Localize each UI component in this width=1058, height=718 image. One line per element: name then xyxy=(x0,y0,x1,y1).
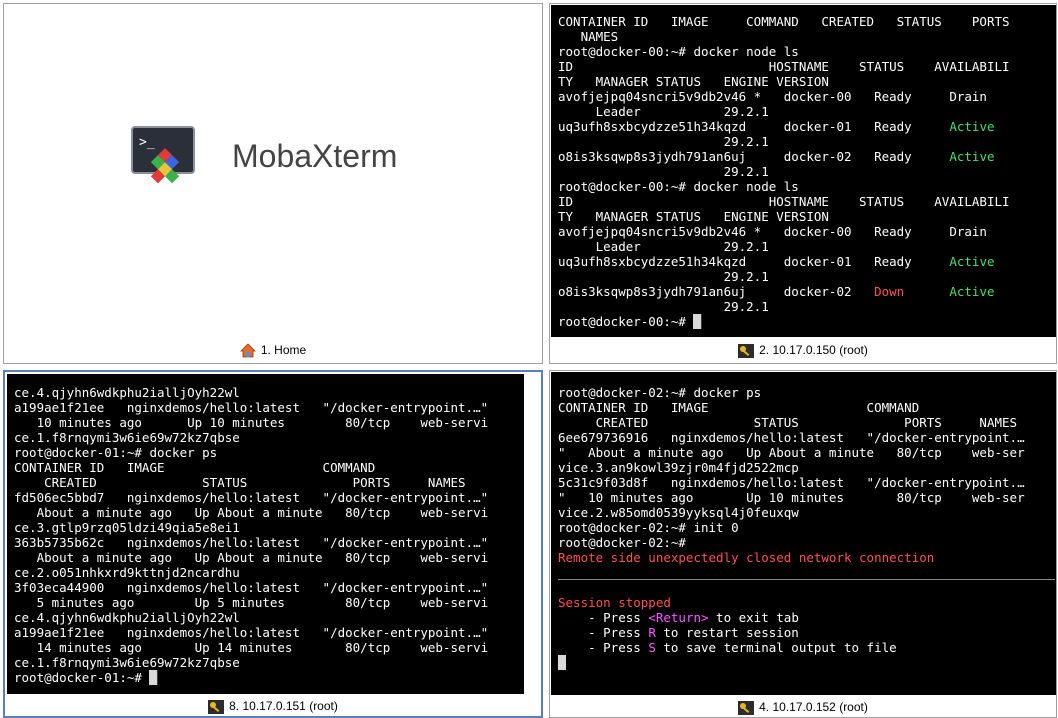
line: vice.3.an9kowl39zjr0m4fjd2522mcp xyxy=(558,460,799,475)
separator xyxy=(558,579,1055,580)
ssh-key-icon xyxy=(208,699,225,714)
line: ce.4.qjyhn6wdkphu2ialljOyh22wl xyxy=(14,385,240,400)
line: a199ae1f21ee nginxdemos/hello:latest "/d… xyxy=(14,400,489,415)
ssh-key-icon xyxy=(738,343,755,358)
line: uq3ufh8sxbcydzze51h34kqzd docker-01 Read… xyxy=(558,119,950,134)
line: About a minute ago Up About a minute 80/… xyxy=(14,550,489,565)
tab-session-8[interactable]: 8. 10.17.0.151 (root) xyxy=(5,695,541,717)
line: 363b5735b62c nginxdemos/hello:latest "/d… xyxy=(14,535,489,550)
availability-active: Active xyxy=(949,254,995,269)
line: 5c31c9f03d8f nginxdemos/hello:latest "/d… xyxy=(558,475,1025,490)
line: ID HOSTNAME STATUS AVAILABILI xyxy=(558,194,1010,209)
line: o8is3ksqwp8s3jydh791an6uj docker-02 Read… xyxy=(558,149,950,164)
availability-active: Active xyxy=(949,149,995,164)
line: 29.2.1 xyxy=(558,269,769,284)
line: root@docker-02:~# docker ps xyxy=(558,385,762,400)
line: 3f03eca44900 nginxdemos/hello:latest "/d… xyxy=(14,580,489,595)
line: avofjejpq04sncri5v9db2v46 * docker-00 Re… xyxy=(558,224,987,239)
line: 29.2.1 xyxy=(558,164,769,179)
terminal-pane-2[interactable]: CONTAINER ID IMAGE COMMAND CREATED STATU… xyxy=(549,3,1057,364)
home-icon xyxy=(239,343,256,358)
line: TY MANAGER STATUS ENGINE VERSION xyxy=(558,74,829,89)
terminal-output-4[interactable]: root@docker-02:~# docker ps CONTAINER ID… xyxy=(551,372,1056,695)
instruction-text: to restart session xyxy=(655,625,799,640)
mobaxterm-logo-icon: >_ xyxy=(131,126,195,184)
instruction-text: - Press xyxy=(558,625,649,640)
terminal-output-2[interactable]: CONTAINER ID IMAGE COMMAND CREATED STATU… xyxy=(551,5,1056,337)
status-down: Down xyxy=(874,284,905,299)
session-stopped-text: Session stopped xyxy=(558,595,671,610)
line: root@docker-00:~# docker node ls xyxy=(558,44,799,59)
line: vice.2.w85omd0539yyksql4j0feuxqw xyxy=(558,505,799,520)
instruction-text: - Press xyxy=(558,610,649,625)
instruction-text: - Press xyxy=(558,640,649,655)
app-title: MobaXterm xyxy=(232,138,398,174)
line: a199ae1f21ee nginxdemos/hello:latest "/d… xyxy=(14,625,489,640)
tab-home-label: 1. Home xyxy=(260,343,307,357)
line: TY MANAGER STATUS ENGINE VERSION xyxy=(558,209,829,224)
line: 10 minutes ago Up 10 minutes 80/tcp web-… xyxy=(14,415,489,430)
ssh-key-icon xyxy=(738,700,755,715)
line: root@docker-02:~# init 0 xyxy=(558,520,739,535)
tab-home[interactable]: 1. Home xyxy=(4,339,542,361)
prompt: root@docker-01:~# xyxy=(14,670,150,685)
line: 5 minutes ago Up 5 minutes 80/tcp web-se… xyxy=(14,595,489,610)
line: CREATED STATUS PORTS NAMES xyxy=(558,415,1018,430)
terminal-output-8[interactable]: ce.4.qjyhn6wdkphu2ialljOyh22wl a199ae1f2… xyxy=(7,374,524,694)
line: ce.2.o051nhkxrd9kttnjd2ncardhu xyxy=(14,565,240,580)
key-return: <Return> xyxy=(648,610,709,625)
tab-session-4[interactable]: 4. 10.17.0.152 (root) xyxy=(550,696,1056,718)
availability-active: Active xyxy=(949,119,995,134)
line: About a minute ago Up About a minute 80/… xyxy=(14,505,489,520)
line: avofjejpq04sncri5v9db2v46 * docker-00 Re… xyxy=(558,89,987,104)
prompt: root@docker-00:~# xyxy=(558,314,694,329)
line: ce.1.f8rnqymi3w6ie69w72kz7qbse xyxy=(14,655,240,670)
svg-text:>_: >_ xyxy=(139,135,155,150)
line: o8is3ksqwp8s3jydh791an6uj docker-02 xyxy=(558,284,875,299)
tab-session-2[interactable]: 2. 10.17.0.150 (root) xyxy=(550,339,1056,361)
prompt: root@docker-02:~# xyxy=(558,535,694,550)
tab-session-8-label: 8. 10.17.0.151 (root) xyxy=(229,699,338,713)
key-r: R xyxy=(648,625,656,640)
line: Leader 29.2.1 xyxy=(558,239,769,254)
cursor: █ xyxy=(149,670,157,685)
line: 6ee679736916 nginxdemos/hello:latest "/d… xyxy=(558,430,1025,445)
instruction-text: to save terminal output to file xyxy=(655,640,897,655)
line: root@docker-00:~# docker node ls xyxy=(558,179,799,194)
line: ce.4.qjyhn6wdkphu2ialljOyh22wl xyxy=(14,610,240,625)
line: ID HOSTNAME STATUS AVAILABILI xyxy=(558,59,1010,74)
line: CONTAINER ID IMAGE COMMAND xyxy=(14,460,376,475)
cursor: █ xyxy=(693,314,701,329)
connection-closed-message: Remote side unexpectedly closed network … xyxy=(558,550,935,565)
line: Leader 29.2.1 xyxy=(558,104,769,119)
line: ce.3.gtlp9rzq05ldzi49qia5e8ei1 xyxy=(14,520,240,535)
tab-session-4-label: 4. 10.17.0.152 (root) xyxy=(759,700,868,714)
line: CONTAINER ID IMAGE COMMAND CREATED STATU… xyxy=(558,14,1010,29)
terminal-pane-4[interactable]: root@docker-02:~# docker ps CONTAINER ID… xyxy=(549,370,1057,718)
line: 14 minutes ago Up 14 minutes 80/tcp web-… xyxy=(14,640,489,655)
instruction-text: to exit tab xyxy=(708,610,799,625)
terminal-pane-8[interactable]: ce.4.qjyhn6wdkphu2ialljOyh22wl a199ae1f2… xyxy=(3,370,543,718)
cursor: █ xyxy=(558,655,566,670)
availability-active: Active xyxy=(949,284,995,299)
home-pane[interactable]: >_ MobaXterm 1. Home xyxy=(3,3,543,364)
line: " About a minute ago Up About a minute 8… xyxy=(558,445,1025,460)
line: 29.2.1 xyxy=(558,134,769,149)
key-s: S xyxy=(648,640,656,655)
line: root@docker-01:~# docker ps xyxy=(14,445,218,460)
line: CONTAINER ID IMAGE COMMAND xyxy=(558,400,920,415)
line: NAMES xyxy=(558,29,619,44)
line: CREATED STATUS PORTS NAMES xyxy=(14,475,466,490)
line: ce.1.f8rnqymi3w6ie69w72kz7qbse xyxy=(14,430,240,445)
line: 29.2.1 xyxy=(558,299,769,314)
line: " 10 minutes ago Up 10 minutes 80/tcp we… xyxy=(558,490,1025,505)
line: uq3ufh8sxbcydzze51h34kqzd docker-01 Read… xyxy=(558,254,950,269)
tab-session-2-label: 2. 10.17.0.150 (root) xyxy=(759,343,868,357)
line: fd506ec5bbd7 nginxdemos/hello:latest "/d… xyxy=(14,490,489,505)
